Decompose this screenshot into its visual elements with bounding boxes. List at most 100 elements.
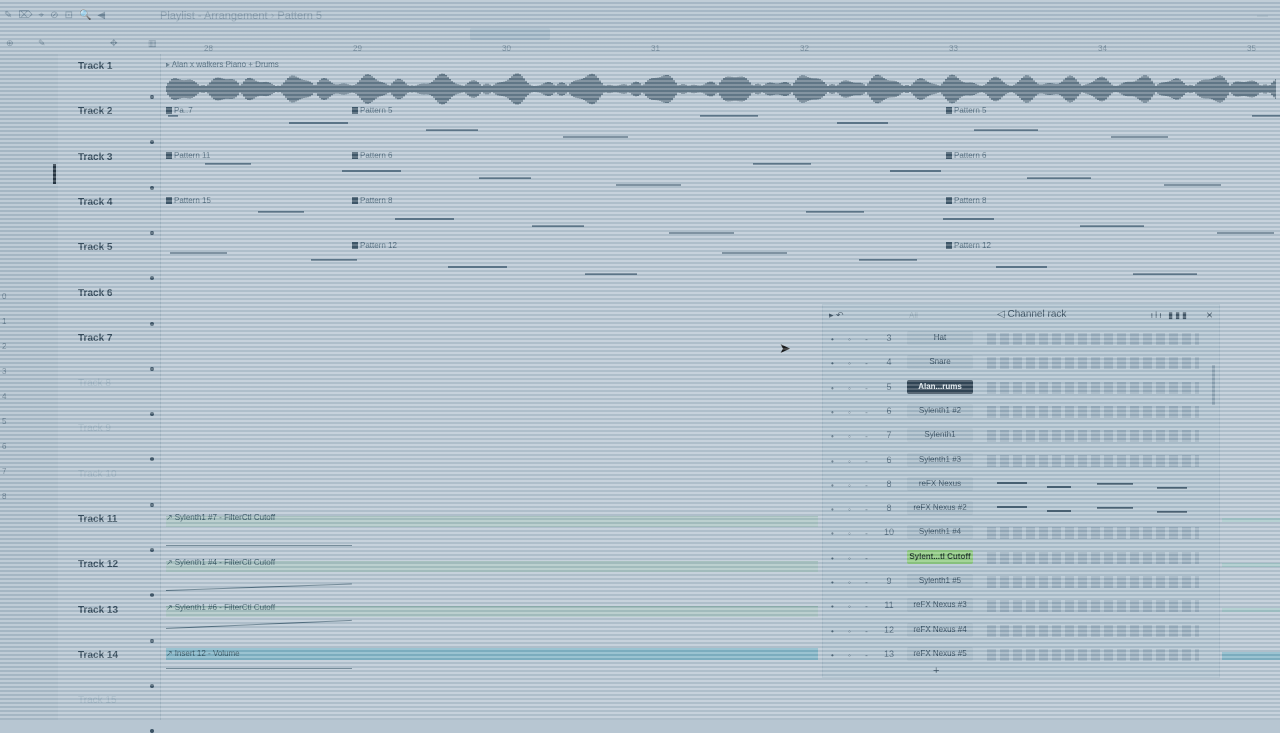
channel-name-button[interactable]: reFX Nexus #2 [907, 501, 973, 516]
track-mute-led[interactable] [150, 729, 154, 733]
channel-rack-scrollbar[interactable] [1212, 365, 1215, 405]
track-label[interactable]: Track 2 [78, 106, 112, 117]
mixer-track-number[interactable]: 13 [879, 649, 899, 659]
window-subtitle[interactable]: Pattern 5 [277, 10, 322, 22]
channel-name-button[interactable]: Snare [907, 355, 973, 370]
step-sequencer[interactable] [987, 430, 1199, 443]
clip-track4-a[interactable]: Pattern 15 [166, 196, 211, 205]
channel-rack-header[interactable]: ▸ ↶ All ◁ Channel rack ılı ▮▮▮ × [823, 305, 1219, 325]
draw-tool-icon[interactable]: ✎ [4, 10, 12, 21]
channel-row[interactable]: • ◦ - 6 Sylenth1 #2 [823, 400, 1219, 424]
mixer-track-number[interactable]: 9 [879, 576, 899, 586]
clip-track3-c[interactable]: Pattern 6 [946, 151, 986, 160]
channel-controls[interactable]: • ◦ - [831, 408, 874, 417]
channel-row[interactable]: • ◦ - 3 Hat [823, 327, 1219, 351]
track-label[interactable]: Track 10 [78, 469, 117, 480]
track-label[interactable]: Track 8 [78, 378, 111, 389]
automation-clip-14[interactable] [166, 648, 818, 660]
slice-tool-icon[interactable]: ⊡ [65, 10, 73, 21]
channel-controls[interactable]: • ◦ - [831, 627, 874, 636]
close-icon[interactable]: × [1206, 308, 1213, 322]
mixer-track-number[interactable]: 11 [879, 600, 899, 610]
channel-name-button[interactable]: Sylenth1 [907, 428, 973, 443]
track-mute-led[interactable] [150, 321, 154, 326]
audio-clip-label[interactable]: ▸ Alan x walkers Piano + Drums [166, 60, 279, 69]
snap-icon[interactable]: ⊕ [6, 38, 14, 49]
track-mute-led[interactable] [150, 140, 154, 145]
horizontal-scrollbar[interactable] [470, 28, 550, 40]
channel-row[interactable]: • ◦ - 13 reFX Nexus #5 [823, 643, 1219, 667]
channel-controls[interactable]: • ◦ - [831, 651, 874, 660]
channel-controls[interactable]: • ◦ - [831, 578, 874, 587]
step-sequencer[interactable] [987, 648, 1199, 661]
track-label[interactable]: Track 14 [78, 650, 118, 661]
track-mute-led[interactable] [150, 230, 154, 235]
clip-track5-b[interactable]: Pattern 12 [352, 241, 397, 250]
mixer-track-number[interactable]: 6 [879, 455, 899, 465]
channel-controls[interactable]: • ◦ - [831, 481, 874, 490]
mixer-track-number[interactable]: 10 [879, 527, 899, 537]
clip-track4-b[interactable]: Pattern 8 [352, 196, 392, 205]
track-mute-led[interactable] [150, 457, 154, 462]
channel-controls[interactable]: • ◦ - [831, 432, 874, 441]
channel-controls[interactable]: • ◦ - [831, 505, 874, 514]
select-tool-icon[interactable]: ⌖ [39, 10, 45, 21]
track-label[interactable]: Track 13 [78, 605, 118, 616]
channel-row[interactable]: • ◦ - 4 Snare [823, 351, 1219, 375]
delete-tool-icon[interactable]: ⌦ [18, 10, 32, 21]
channel-filter[interactable]: All [909, 311, 918, 320]
channel-name-button[interactable]: Sylenth1 #5 [907, 574, 973, 588]
track-mute-led[interactable] [150, 95, 154, 99]
channel-controls[interactable]: • ◦ - [831, 529, 874, 538]
playback-tool-icon[interactable]: ◀ [97, 10, 105, 21]
channel-row[interactable]: • ◦ - 6 Sylenth1 #3 [823, 449, 1219, 473]
mixer-track-number[interactable]: 4 [879, 357, 899, 367]
channel-name-button[interactable]: Alan...rums [907, 379, 973, 394]
clip-track3-b[interactable]: Pattern 6 [352, 151, 392, 160]
mixer-track-number[interactable]: 5 [879, 382, 899, 392]
track-mute-led[interactable] [150, 366, 154, 371]
mixer-track-number[interactable]: 6 [879, 406, 899, 416]
channel-name-button[interactable]: reFX Nexus #5 [907, 646, 973, 661]
channel-name-button[interactable]: Hat [907, 331, 973, 345]
mixer-track-number[interactable]: 7 [879, 430, 899, 440]
channel-name-button[interactable]: reFX Nexus [907, 476, 973, 491]
minimize-icon[interactable]: — [1257, 10, 1268, 22]
track-label[interactable]: Track 5 [78, 242, 112, 253]
arrow-icon[interactable]: ✥ [110, 38, 118, 49]
track-mute-led[interactable] [150, 638, 154, 643]
track-label[interactable]: Track 15 [78, 695, 117, 706]
track-label[interactable]: Track 7 [78, 333, 112, 344]
step-sequencer[interactable] [987, 527, 1199, 540]
track-label[interactable]: Track 12 [78, 559, 118, 570]
mixer-track-number[interactable]: 8 [879, 479, 899, 489]
mini-piano-roll[interactable] [987, 503, 1199, 515]
track-label[interactable]: Track 1 [78, 61, 112, 72]
zoom-tool-icon[interactable]: 🔍 [79, 10, 91, 21]
clip-track2-b[interactable]: Pattern 5 [352, 106, 392, 115]
clip-track2-c[interactable]: Pattern 5 [946, 106, 986, 115]
add-channel-button[interactable]: + [933, 665, 939, 677]
mini-piano-roll[interactable] [987, 479, 1199, 491]
step-sequencer[interactable] [987, 551, 1199, 564]
track-mute-led[interactable] [150, 683, 154, 688]
channel-name-button[interactable]: reFX Nexus #4 [907, 622, 973, 637]
channel-row[interactable]: • ◦ - Sylent...tl Cutoff [823, 546, 1219, 570]
track-label[interactable]: Track 11 [78, 514, 117, 525]
track-label[interactable]: Track 6 [78, 288, 112, 299]
channel-name-button[interactable]: Sylenth1 #3 [907, 452, 973, 467]
pencil-icon[interactable]: ✎ [38, 38, 46, 49]
track-label[interactable]: Track 9 [78, 423, 111, 434]
track-mute-led[interactable] [150, 593, 154, 598]
channel-controls[interactable]: • ◦ - [831, 602, 874, 611]
channel-name-button[interactable]: Sylenth1 #2 [907, 403, 973, 418]
channel-controls[interactable]: • ◦ - [831, 457, 874, 466]
channel-name-button[interactable]: reFX Nexus #3 [907, 598, 973, 613]
track-label[interactable]: Track 3 [78, 152, 112, 163]
clip-track2-a[interactable]: Pa..7 [166, 106, 193, 115]
channel-row[interactable]: • ◦ - 12 reFX Nexus #4 [823, 619, 1219, 643]
view-mode-icon[interactable]: ılı ▮▮▮ [1151, 310, 1189, 321]
step-sequencer[interactable] [987, 357, 1199, 370]
step-sequencer[interactable] [987, 600, 1199, 613]
channel-row[interactable]: • ◦ - 5 Alan...rums [823, 376, 1219, 400]
